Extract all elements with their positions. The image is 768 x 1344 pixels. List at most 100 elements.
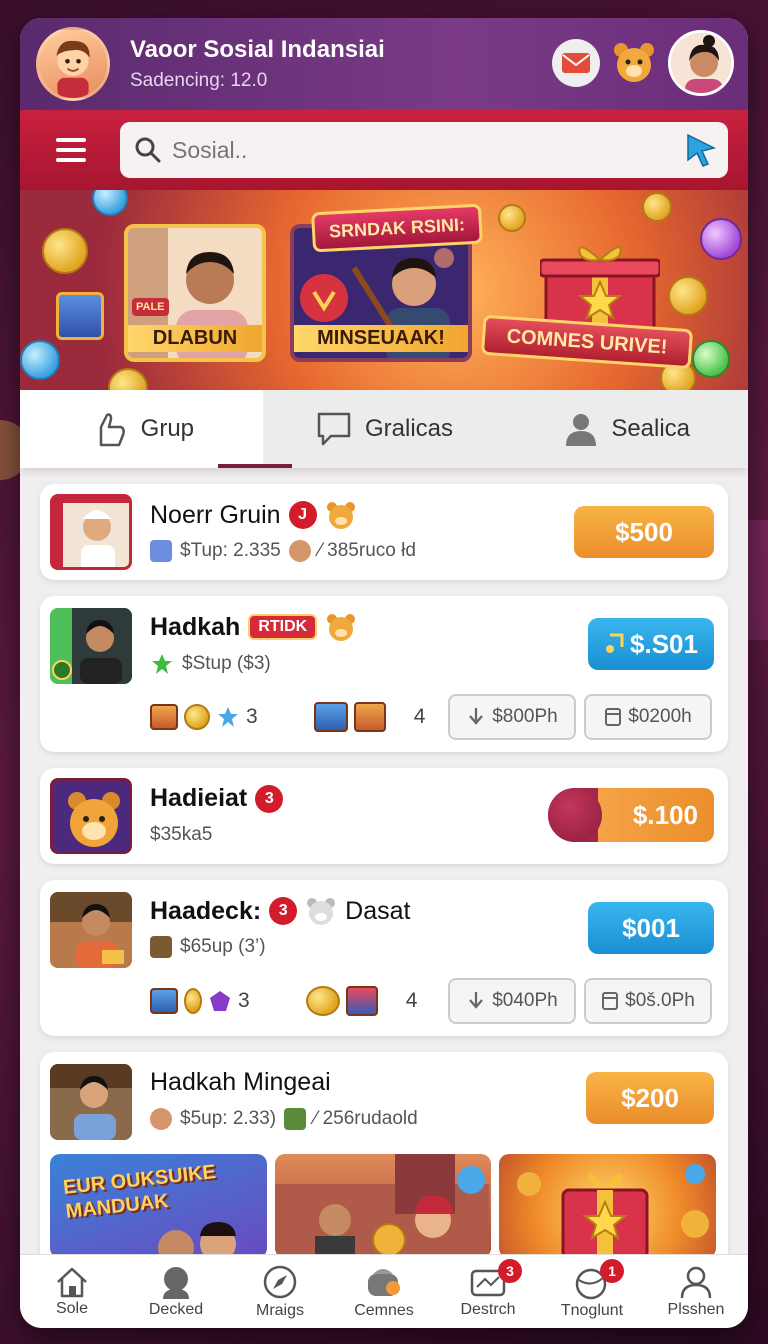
search-input[interactable] (172, 136, 652, 164)
media-thumbnail[interactable]: EUR OUKSUIKE MANDUAK (50, 1154, 267, 1258)
notification-badge: 3 (255, 784, 284, 813)
row-subtitle-2: ⁄ 385ruco łd (318, 540, 416, 561)
price-toggle[interactable]: $.100 (548, 788, 714, 842)
menu-button[interactable] (40, 125, 100, 175)
download-icon (469, 992, 484, 1009)
promo-card-tag: PALE (132, 298, 169, 316)
nav-decked[interactable]: Decked (124, 1255, 228, 1328)
gift-banner-label: COMNES URIVE! (480, 314, 694, 370)
person-icon (566, 414, 597, 446)
row-subtitle: $Stup ($3) (182, 653, 271, 674)
list-item[interactable]: Hadieiat 3 $35ka5 $.100 (40, 768, 728, 864)
coin-stack-icon (305, 986, 340, 1016)
toggle-knob (548, 788, 602, 842)
reward-count: 3 (238, 989, 250, 1012)
tab-label: Grup (140, 415, 195, 442)
promo-banner[interactable]: PALE DLABUN MINSEUAAK! SRNDAK RSINI: COM… (20, 190, 748, 390)
tab-gralicas[interactable]: Gralicas (262, 390, 506, 468)
nav-label: Sole (55, 1299, 89, 1317)
mail-button[interactable] (552, 39, 600, 87)
hand-icon (99, 413, 125, 447)
group-icon (284, 1108, 307, 1130)
bear-icon (614, 43, 654, 82)
app-window: Vaoor Sosial Indansiai Sadencing: 12.0 S… (20, 18, 748, 1328)
row-name: Noerr Gruin (150, 500, 281, 529)
tab-sealica[interactable]: Sealica (505, 390, 748, 468)
nav-label: Cemnes (354, 1301, 414, 1319)
row-name: Hadkah Mingeai (150, 1068, 331, 1096)
row-thumbnail (50, 778, 132, 854)
hamburger-icon (56, 138, 86, 142)
tab-label: Gralicas (364, 415, 454, 442)
gift-icon (150, 988, 178, 1014)
group-icon (150, 936, 172, 958)
nav-tnoglunt[interactable]: 1 Tnoglunt (540, 1255, 644, 1328)
nav-label: Decked (148, 1300, 204, 1318)
nav-mraigs[interactable]: Mraigs (228, 1255, 332, 1328)
list-item[interactable]: Hadkah RTIDK $Stup ($3) 3 4 $.S01 $800Ph… (40, 596, 728, 752)
download-icon (469, 708, 484, 725)
bookmark-button[interactable]: $0š.0Ph (584, 978, 712, 1024)
promo-card-label: MINSEUAAK! (294, 325, 468, 352)
row-thumbnail (50, 892, 132, 968)
cursor-icon (687, 133, 717, 167)
app-title: Vaoor Sosial Indansiai (130, 36, 385, 63)
list-item[interactable]: Haadeck: 3 Dasat $65up (3’) 3 4 $001 $04… (40, 880, 728, 1036)
active-tab-indicator (218, 464, 292, 468)
price-button[interactable]: $500 (574, 506, 714, 558)
bottom-nav: Sole Decked Mraigs Cemnes 3 Destrch 1 Tn… (20, 1254, 748, 1328)
tab-label: Sealica (611, 415, 691, 442)
nav-label: Plsshen (667, 1300, 725, 1318)
app-logo-avatar[interactable] (36, 27, 110, 101)
chat-icon (317, 412, 351, 446)
media-thumbnail[interactable] (499, 1154, 717, 1258)
bear-icon (307, 898, 336, 925)
row-subtitle: $Tup: 2.335 (180, 540, 281, 561)
bear-mascot-button[interactable] (610, 39, 658, 87)
top-bar: Vaoor Sosial Indansiai Sadencing: 12.0 (20, 18, 748, 110)
reward-count: 3 (246, 705, 258, 728)
music-note-icon (606, 633, 624, 653)
row-subtitle: $5up: 2.33) (180, 1108, 277, 1129)
search-bar (20, 110, 748, 190)
coin-icon (184, 988, 202, 1014)
profile-icon (163, 1266, 189, 1299)
row-subtitle-2: ⁄ 256rudaold (314, 1108, 418, 1129)
tab-bar: Grup Gralicas Sealica (20, 390, 748, 468)
nav-sole[interactable]: Sole (20, 1255, 124, 1328)
nav-badge: 1 (600, 1259, 624, 1283)
nav-label: Mraigs (255, 1301, 304, 1319)
row-thumbnail (50, 608, 132, 684)
bear-icon (327, 614, 356, 641)
media-thumbnail[interactable] (274, 1154, 492, 1258)
row-name: Haadeck: (150, 896, 262, 925)
star-icon (218, 707, 238, 727)
mail-icon (562, 53, 590, 73)
group-icon (150, 540, 172, 562)
price-button[interactable]: $.S01 (588, 618, 714, 670)
compass-icon (263, 1265, 297, 1298)
bookmark-button[interactable]: $0200h (584, 694, 712, 740)
download-button[interactable]: $040Ph (448, 978, 576, 1024)
price-button[interactable]: $001 (588, 902, 714, 954)
user-avatar[interactable] (668, 30, 734, 96)
promo-card-dlabun[interactable]: PALE DLABUN (124, 224, 266, 362)
document-icon (602, 992, 619, 1010)
nav-plsshen[interactable]: Plsshen (644, 1255, 748, 1328)
row-name: Hadieiat (150, 784, 248, 812)
nav-cemnes[interactable]: Cemnes (332, 1255, 436, 1328)
gift-box-icon (517, 1164, 710, 1258)
nav-label: Tnoglunt (560, 1301, 624, 1319)
download-button[interactable]: $800Ph (448, 694, 576, 740)
row-tag: RTIDK (248, 614, 318, 640)
gem-icon (210, 991, 230, 1011)
nav-destrch[interactable]: 3 Destrch (436, 1255, 540, 1328)
row-name-secondary: Dasat (345, 896, 411, 925)
row-thumbnail (50, 494, 132, 570)
list-item[interactable]: Noerr Gruin J $Tup: 2.335 ⁄ 385ruco łd $… (40, 484, 728, 580)
member-avatar (150, 1108, 172, 1130)
price-button[interactable]: $200 (586, 1072, 714, 1124)
games-icon (368, 1268, 400, 1296)
coin-icon (184, 704, 210, 730)
tab-grup[interactable]: Grup (20, 390, 263, 468)
